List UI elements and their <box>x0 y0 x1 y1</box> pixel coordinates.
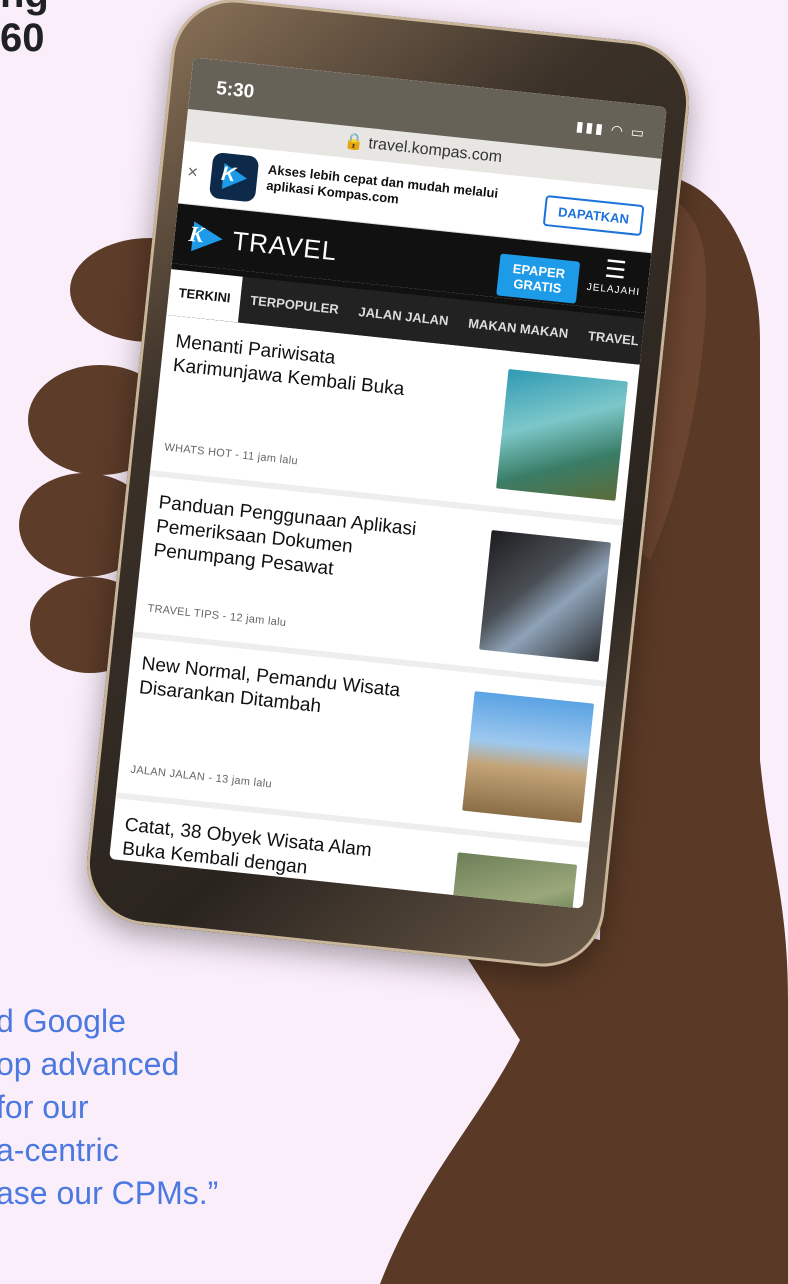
phone: 5:30 ▮▮▮ ◠ ▭ 🔒 travel.kompas.com × K Aks… <box>80 0 696 973</box>
wifi-icon: ◠ <box>610 121 626 139</box>
article-thumbnail[interactable] <box>496 368 628 501</box>
article-thumbnail[interactable] <box>462 691 595 824</box>
kompas-logo-icon[interactable]: K <box>185 217 227 259</box>
article-meta: WHATS HOT - 11 jam lalu <box>163 441 299 468</box>
tab-travel[interactable]: TRAVEL <box>576 312 651 365</box>
article-title[interactable]: Panduan Penggunaan Aplikasi Pemeriksaan … <box>152 491 418 590</box>
lock-icon: 🔒 <box>343 132 365 152</box>
article-meta: JALAN JALAN - 13 jam lalu <box>129 763 273 791</box>
kompas-app-icon-letter: K <box>220 162 237 187</box>
tab-terkini[interactable]: TERKINI <box>166 269 243 323</box>
status-icons: ▮▮▮ ◠ ▭ <box>575 118 647 142</box>
battery-icon: ▭ <box>630 123 647 142</box>
article-title[interactable]: Menanti Pariwisata Karimunjawa Kembali B… <box>172 330 436 405</box>
article-title[interactable]: New Normal, Pemandu Wisata Disarankan Di… <box>138 652 402 727</box>
menu-button[interactable]: ☰ JELAJAHI <box>585 253 645 299</box>
article-thumbnail[interactable] <box>479 530 611 662</box>
signal-icon: ▮▮▮ <box>575 117 606 137</box>
banner-close-icon[interactable]: × <box>186 161 199 183</box>
site-section-name[interactable]: TRAVEL <box>231 225 339 267</box>
kompas-logo-letter: K <box>187 220 205 248</box>
status-time: 5:30 <box>215 77 256 103</box>
article-meta: TRAVEL TIPS - 12 jam lalu <box>146 602 287 630</box>
kompas-app-icon: K <box>208 151 260 203</box>
epaper-button[interactable]: EPAPER GRATIS <box>496 253 581 304</box>
banner-text: Akses lebih cepat dan mudah melalui apli… <box>265 161 499 207</box>
phone-screen: 5:30 ▮▮▮ ◠ ▭ 🔒 travel.kompas.com × K Aks… <box>109 57 667 909</box>
get-app-button[interactable]: DAPATKAN <box>542 194 645 237</box>
